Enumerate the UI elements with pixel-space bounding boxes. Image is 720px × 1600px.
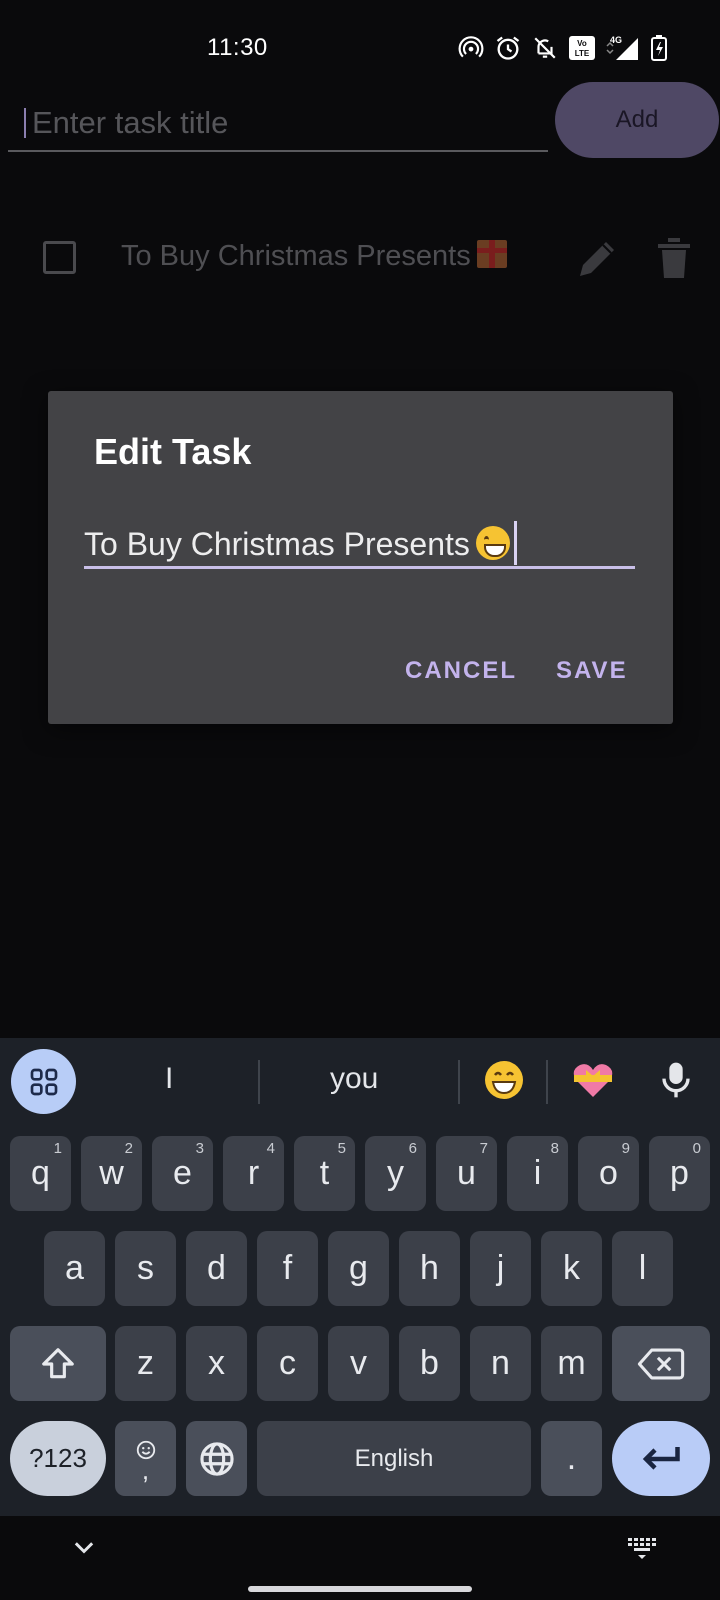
comma-label: , [141,1454,150,1485]
key-o[interactable]: o9 [578,1136,639,1211]
key-q[interactable]: q1 [10,1136,71,1211]
key-c[interactable]: c [257,1326,318,1401]
enter-key[interactable] [612,1421,710,1496]
status-time: 11:30 [207,34,268,61]
suggestion-divider [546,1060,548,1104]
chevron-down-icon[interactable] [70,1534,98,1562]
volte-icon: VoLTE [569,36,595,60]
svg-text:Vo: Vo [577,39,587,48]
key-z[interactable]: z [115,1326,176,1401]
key-i[interactable]: i8 [507,1136,568,1211]
key-y[interactable]: y6 [365,1136,426,1211]
text-caret [24,108,26,138]
grinning-face-emoji-icon [475,526,510,560]
dialog-title: Edit Task [94,431,252,472]
pencil-icon[interactable] [574,234,622,282]
task-row: To Buy Christmas Presents [0,220,720,290]
language-key[interactable] [186,1421,247,1496]
key-t[interactable]: t5 [294,1136,355,1211]
microphone-icon[interactable] [660,1060,692,1100]
symbols-key[interactable]: ?123 [10,1421,106,1496]
svg-text:4G: 4G [610,35,622,45]
edit-task-text: To Buy Christmas Presents [84,526,470,562]
save-button[interactable]: SAVE [556,657,628,685]
key-h[interactable]: h [399,1231,460,1306]
task-checkbox[interactable] [43,241,76,274]
key-n[interactable]: n [470,1326,531,1401]
key-j[interactable]: j [470,1231,531,1306]
key-g[interactable]: g [328,1231,389,1306]
edit-task-value: To Buy Christmas Presents [84,521,517,565]
heart-with-ribbon-suggestion-icon[interactable] [572,1060,614,1100]
keyboard-switch-icon[interactable] [626,1534,658,1562]
grinning-face-suggestion-icon[interactable] [484,1060,524,1100]
cancel-button[interactable]: CANCEL [405,657,517,685]
trash-icon[interactable] [656,236,692,280]
key-m[interactable]: m [541,1326,602,1401]
shift-icon [42,1347,74,1378]
alarm-icon [496,36,520,60]
navigation-bar [0,1516,720,1600]
globe-icon [199,1441,234,1476]
notifications-off-icon [534,37,556,59]
shift-key[interactable] [10,1326,106,1401]
enter-icon [642,1446,680,1470]
edit-task-dialog: Edit Task To Buy Christmas Presents CANC… [48,391,673,724]
status-icons: Vo LTE 4G [458,32,668,64]
space-key[interactable]: English [257,1421,531,1496]
key-k[interactable]: k [541,1231,602,1306]
key-r[interactable]: r4 [223,1136,284,1211]
4g-signal-icon: 4G [606,35,638,60]
svg-text:LTE: LTE [575,49,590,58]
suggestion-divider [258,1060,260,1104]
key-x[interactable]: x [186,1326,247,1401]
key-d[interactable]: d [186,1231,247,1306]
suggestion-1[interactable]: I [165,1062,173,1096]
key-u[interactable]: u7 [436,1136,497,1211]
backspace-key[interactable] [612,1326,710,1401]
edit-task-input[interactable]: To Buy Christmas Presents [84,519,635,569]
hotspot-icon [458,36,484,58]
task-title-text: To Buy Christmas Presents [121,240,471,272]
add-button[interactable]: Add [555,82,719,158]
key-v[interactable]: v [328,1326,389,1401]
key-b[interactable]: b [399,1326,460,1401]
key-e[interactable]: e3 [152,1136,213,1211]
suggestion-divider [458,1060,460,1104]
keyboard-suggestion-bar: I you [0,1038,720,1124]
task-title: To Buy Christmas Presents [121,240,507,273]
emoji-comma-key[interactable]: , [115,1421,176,1496]
key-a[interactable]: a [44,1231,105,1306]
suggestion-2[interactable]: you [330,1062,378,1096]
gift-emoji-icon [476,240,507,268]
key-f[interactable]: f [257,1231,318,1306]
text-caret [513,521,517,565]
battery-charging-icon [651,35,667,61]
home-handle[interactable] [248,1586,472,1592]
backspace-icon [637,1348,685,1379]
soft-keyboard: I you q1 w2 e3 r4 t5 y6 u7 i8 o9 p0 a s … [0,1038,720,1516]
task-title-placeholder: Enter task title [32,105,229,140]
key-s[interactable]: s [115,1231,176,1306]
key-l[interactable]: l [612,1231,673,1306]
task-title-input[interactable]: Enter task title [8,96,548,152]
keyboard-apps-button[interactable] [11,1049,76,1114]
grid-icon [30,1068,57,1095]
period-key[interactable]: . [541,1421,602,1496]
key-p[interactable]: p0 [649,1136,710,1211]
key-w[interactable]: w2 [81,1136,142,1211]
